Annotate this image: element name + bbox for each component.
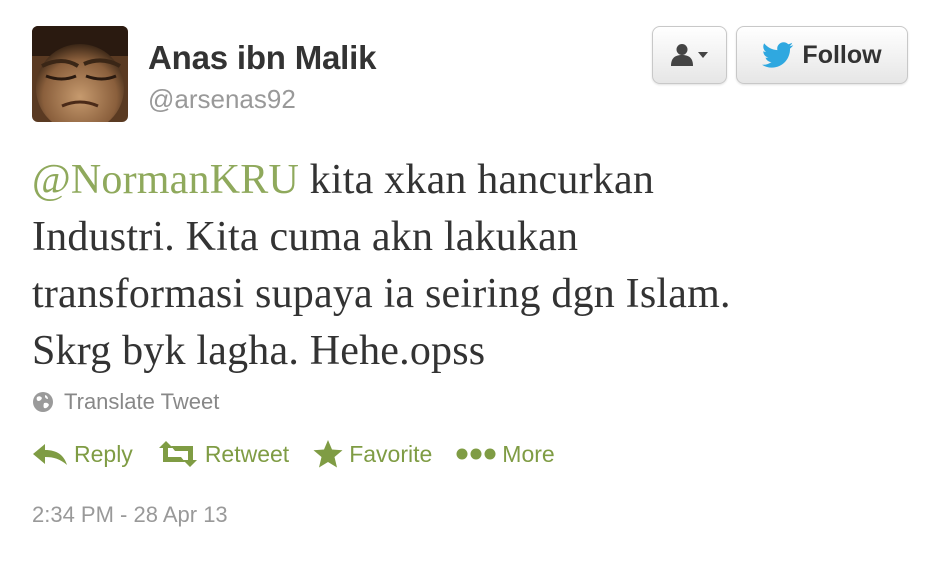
- translate-tweet-label: Translate Tweet: [64, 389, 220, 414]
- retweet-label: Retweet: [204, 440, 290, 467]
- more-label: More: [502, 440, 555, 467]
- avatar-image: [32, 26, 128, 122]
- tweet-line-4: Skrg byk lagha. Hehe.opss: [32, 328, 486, 374]
- retweet-button[interactable]: Retweet: [157, 441, 289, 468]
- avatar[interactable]: [32, 26, 128, 122]
- user-handle[interactable]: @arsenas92: [148, 82, 296, 116]
- reply-button[interactable]: Reply: [32, 441, 133, 468]
- star-icon: [313, 440, 343, 468]
- twitter-bird-icon: [762, 42, 794, 68]
- tweet-line-2: Industri. Kita cuma akn lakukan: [32, 214, 579, 260]
- retweet-icon: [157, 441, 199, 467]
- favorite-button[interactable]: Favorite: [313, 440, 432, 468]
- tweet-line-3: transformasi supaya ia seiring dgn Islam…: [32, 271, 731, 317]
- user-full-name[interactable]: Anas ibn Malik: [148, 38, 376, 78]
- tweet-actions: Reply Retweet Favorite More: [32, 434, 579, 474]
- translate-tweet-link[interactable]: Translate Tweet: [32, 385, 219, 419]
- tweet-line-1: @NormanKRU kita xkan hancurkan: [32, 152, 912, 209]
- mention-link[interactable]: @NormanKRU: [32, 157, 299, 203]
- tweet-timestamp[interactable]: 2:34 PM - 28 Apr 13: [32, 502, 228, 528]
- reply-icon: [32, 442, 68, 466]
- favorite-label: Favorite: [349, 440, 433, 467]
- more-dots-icon: [456, 447, 496, 461]
- user-dropdown-icon: [670, 43, 709, 67]
- more-button[interactable]: More: [456, 440, 555, 468]
- globe-icon: [32, 391, 54, 413]
- follow-button-label: Follow: [802, 40, 882, 69]
- follow-button[interactable]: Follow: [736, 26, 908, 84]
- tweet-text-segment: kita xkan hancurkan: [298, 157, 655, 203]
- tweet-text: @NormanKRU kita xkan hancurkan Industri.…: [32, 152, 912, 380]
- reply-label: Reply: [74, 440, 133, 467]
- user-actions-dropdown-button[interactable]: [652, 26, 727, 84]
